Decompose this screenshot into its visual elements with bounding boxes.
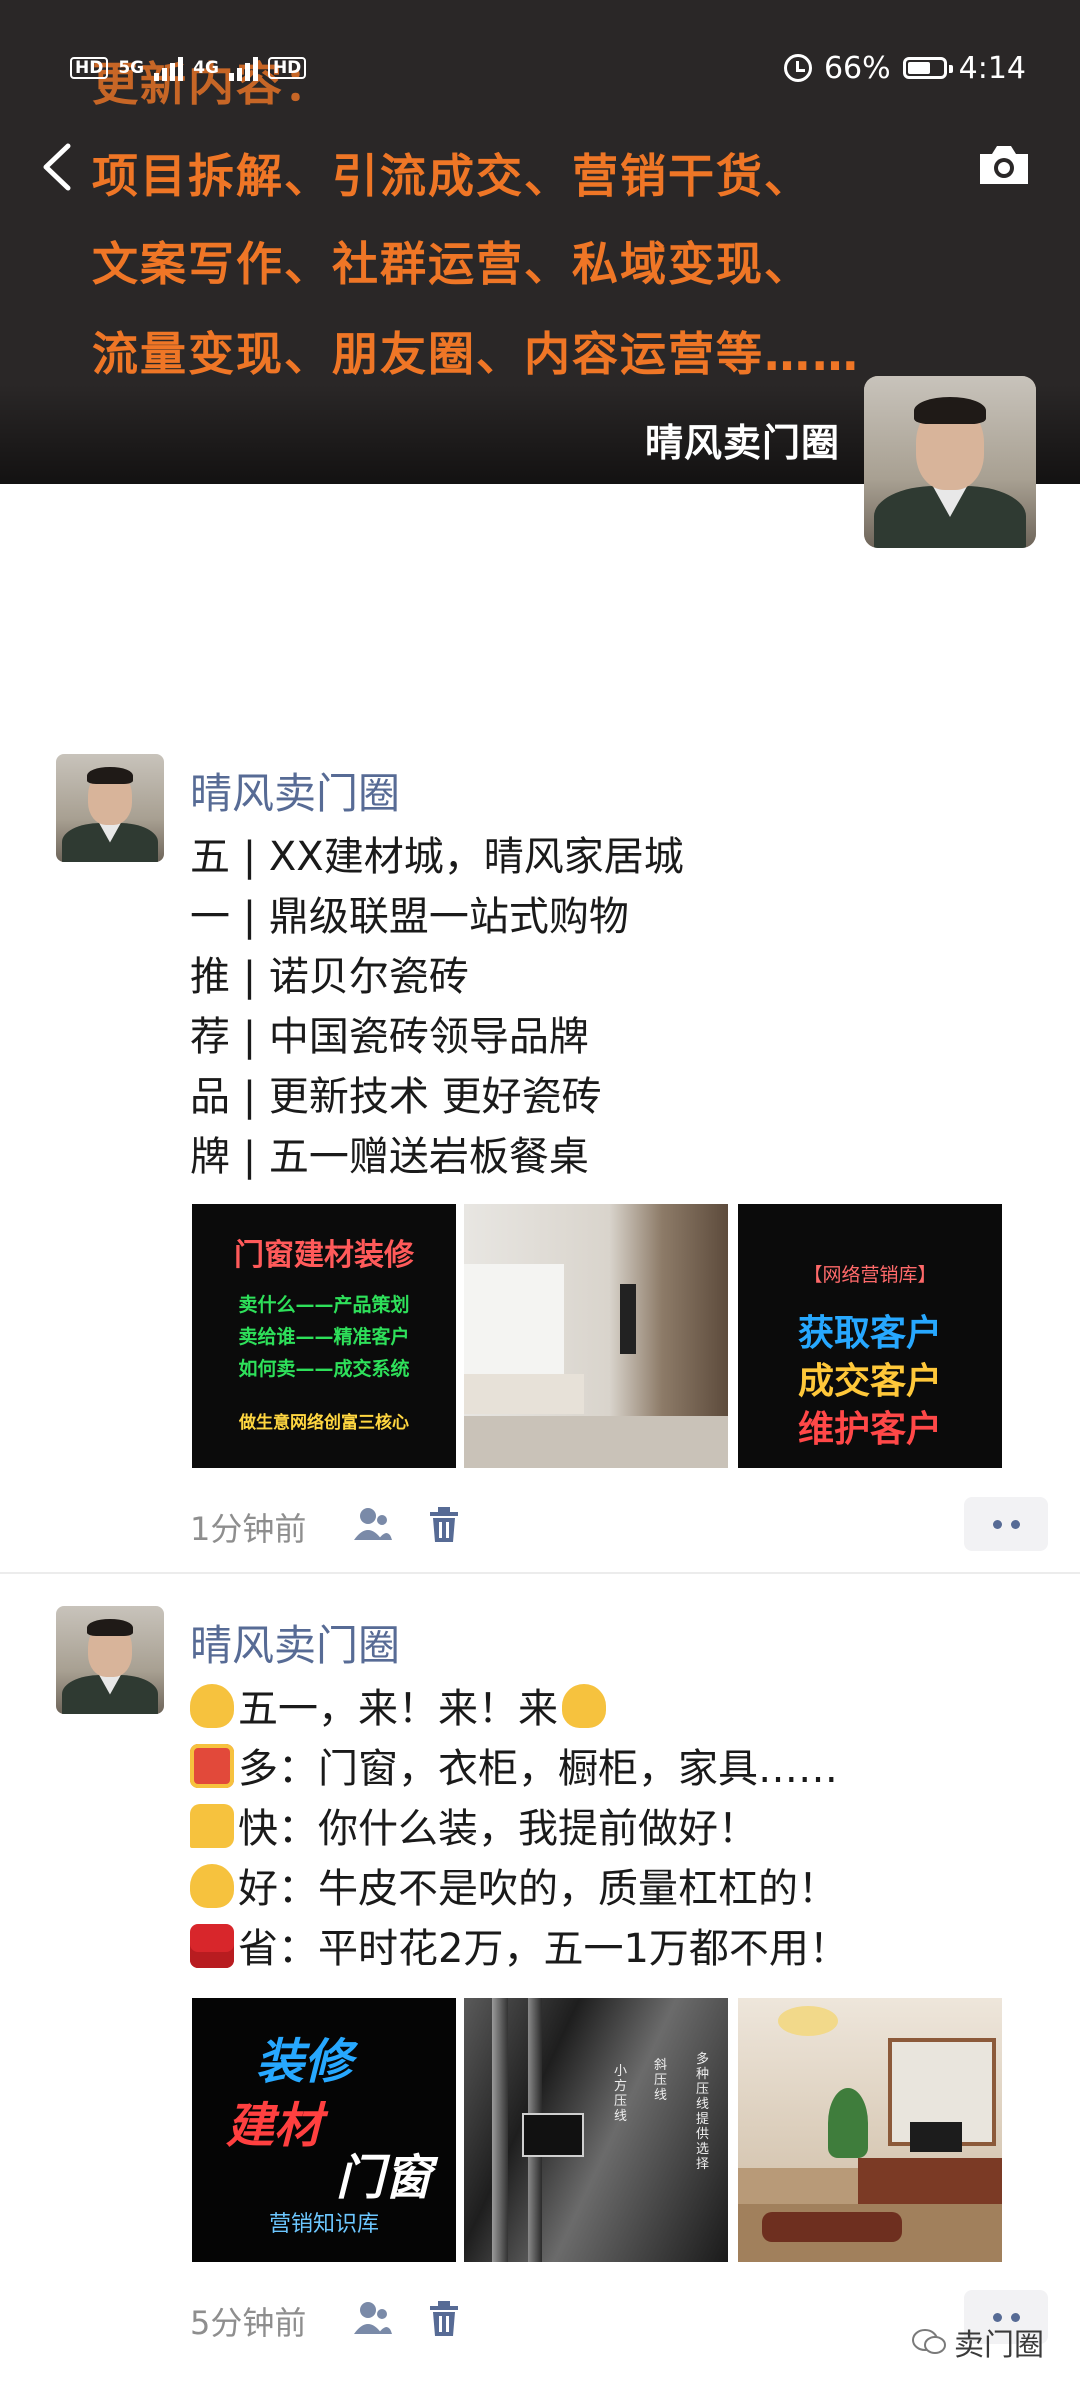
more-options-button[interactable] <box>964 1497 1048 1551</box>
post-image[interactable]: 多种压线提供选择 斜压线 小方压线 <box>464 1998 728 2262</box>
hd-badge: HD <box>70 57 109 79</box>
post-text-line: 省：平时花2万，五一1万都不用！ <box>190 1916 849 1974</box>
image-line: 斜压线 <box>654 2058 668 2103</box>
network-5g: 5G <box>118 58 145 78</box>
author-avatar[interactable] <box>56 754 164 862</box>
cover-line: 流量变现、朋友圈、内容运营等…… <box>92 327 860 381</box>
author-name[interactable]: 晴风卖门圈 <box>190 760 400 821</box>
privacy-friends-icon[interactable] <box>352 2298 392 2338</box>
delete-icon[interactable] <box>424 1504 464 1544</box>
post-image[interactable]: 门窗建材装修 卖什么——产品策划 卖给谁——精准客户 如何卖——成交系统 做生意… <box>192 1204 456 1468</box>
aluminum-profile <box>492 1998 508 2262</box>
image-line: 卖什么——产品策划 <box>238 1294 410 1316</box>
post-text-line: 快：你什么装，我提前做好！ <box>190 1796 758 1854</box>
profile-name[interactable]: 晴风卖门圈 <box>645 412 840 467</box>
author-avatar[interactable] <box>56 1606 164 1714</box>
post-time: 5分钟前 <box>190 2304 307 2342</box>
delete-icon[interactable] <box>424 2298 464 2338</box>
thumbs-up-icon <box>190 1804 234 1848</box>
post-divider <box>0 1572 1080 1574</box>
post-text: 多：门窗，衣柜，橱柜，家具…… <box>238 1746 838 1792</box>
gift-icon <box>190 1744 234 1788</box>
alarm-icon <box>783 54 812 82</box>
image-line: 成交客户 <box>797 1361 942 1402</box>
room-tv <box>910 2122 962 2152</box>
privacy-friends-icon[interactable] <box>352 1504 392 1544</box>
back-icon[interactable] <box>38 142 78 192</box>
image-line: 获取客户 <box>797 1313 942 1354</box>
room-table <box>762 2212 902 2242</box>
image-line: 装修 <box>255 2034 352 2090</box>
post-text: 快：你什么装，我提前做好！ <box>238 1806 758 1852</box>
image-line: 小方压线 <box>614 2064 628 2124</box>
battery-icon <box>902 57 953 79</box>
post-text-line: 推 | 诺贝尔瓷砖 <box>190 954 469 1000</box>
post-text-line: 牌 | 五一赠送岩板餐桌 <box>190 1134 589 1180</box>
watermark-text: 卖门圈 <box>954 2328 1044 2363</box>
watermark: 卖门圈 <box>912 2320 1044 2364</box>
camera-icon[interactable] <box>976 142 1032 186</box>
interior-counter <box>464 1374 584 1414</box>
victory-hand-icon <box>562 1684 606 1728</box>
post-image[interactable]: 装修 建材 门窗 营销知识库 <box>192 1998 456 2262</box>
aluminum-profile-section <box>522 2113 584 2157</box>
image-footer: 做生意网络创富三核心 <box>239 1413 409 1433</box>
image-title: 【网络营销库】 <box>803 1264 937 1286</box>
post-text-line: 一 | 鼎级联盟一站式购物 <box>190 894 629 940</box>
post-text-line: 品 | 更新技术 更好瓷砖 <box>190 1074 602 1120</box>
chandelier <box>778 2006 838 2036</box>
cover-line: 项目拆解、引流成交、营销干货、 <box>92 149 812 203</box>
victory-hand-icon <box>190 1684 234 1728</box>
image-line: 多种压线提供选择 <box>696 2052 710 2172</box>
image-title: 门窗建材装修 <box>234 1238 414 1273</box>
room-cabinet <box>858 2158 1002 2204</box>
post-text-line: 多：门窗，衣柜，橱柜，家具…… <box>190 1736 838 1794</box>
profile-avatar[interactable] <box>864 376 1036 548</box>
cover-line: 文案写作、社群运营、私域变现、 <box>92 237 812 291</box>
post-text-line: 好：牛皮不是吹的，质量杠杠的！ <box>190 1856 838 1914</box>
interior-floor <box>464 1416 728 1468</box>
wechat-icon <box>912 2329 946 2354</box>
room-plant <box>828 2088 868 2158</box>
interior-screen <box>620 1284 636 1354</box>
battery-percent: 66% <box>823 50 891 86</box>
battery-level <box>907 62 930 74</box>
status-bar-right: 66% 4:14 <box>783 48 1026 88</box>
hd-badge: HD <box>267 57 307 79</box>
image-line: 如何卖——成交系统 <box>238 1358 410 1380</box>
post-text-line: 荐 | 中国瓷砖领导品牌 <box>190 1014 589 1060</box>
post-time: 1分钟前 <box>190 1510 307 1548</box>
network-4g: 4G <box>193 58 219 78</box>
post-text: 好：牛皮不是吹的，质量杠杠的！ <box>238 1866 838 1912</box>
post-text: 省：平时花2万，五一1万都不用！ <box>238 1926 849 1972</box>
image-line: 门窗 <box>335 2150 432 2206</box>
red-envelope-icon <box>190 1924 234 1968</box>
post-image[interactable]: 【网络营销库】 获取客户 成交客户 维护客户 <box>738 1204 1002 1468</box>
post-image[interactable] <box>738 1998 1002 2262</box>
image-footer: 营销知识库 <box>268 2212 379 2237</box>
image-line: 卖给谁——精准客户 <box>238 1326 410 1348</box>
post-text-line: 五一，来！来！来 <box>190 1676 610 1734</box>
victory-hand-icon <box>190 1864 234 1908</box>
post-image[interactable] <box>464 1204 728 1468</box>
post-text-line: 五 | XX建材城，晴风家居城 <box>190 834 684 880</box>
status-bar-left: HD 5G 4G HD <box>70 48 307 88</box>
author-name[interactable]: 晴风卖门圈 <box>190 1612 400 1673</box>
signal-icon <box>228 55 258 81</box>
signal-icon <box>154 55 184 81</box>
post-text: 五一，来！来！来 <box>238 1686 558 1732</box>
image-line: 维护客户 <box>797 1409 942 1450</box>
clock: 4:14 <box>958 50 1026 86</box>
